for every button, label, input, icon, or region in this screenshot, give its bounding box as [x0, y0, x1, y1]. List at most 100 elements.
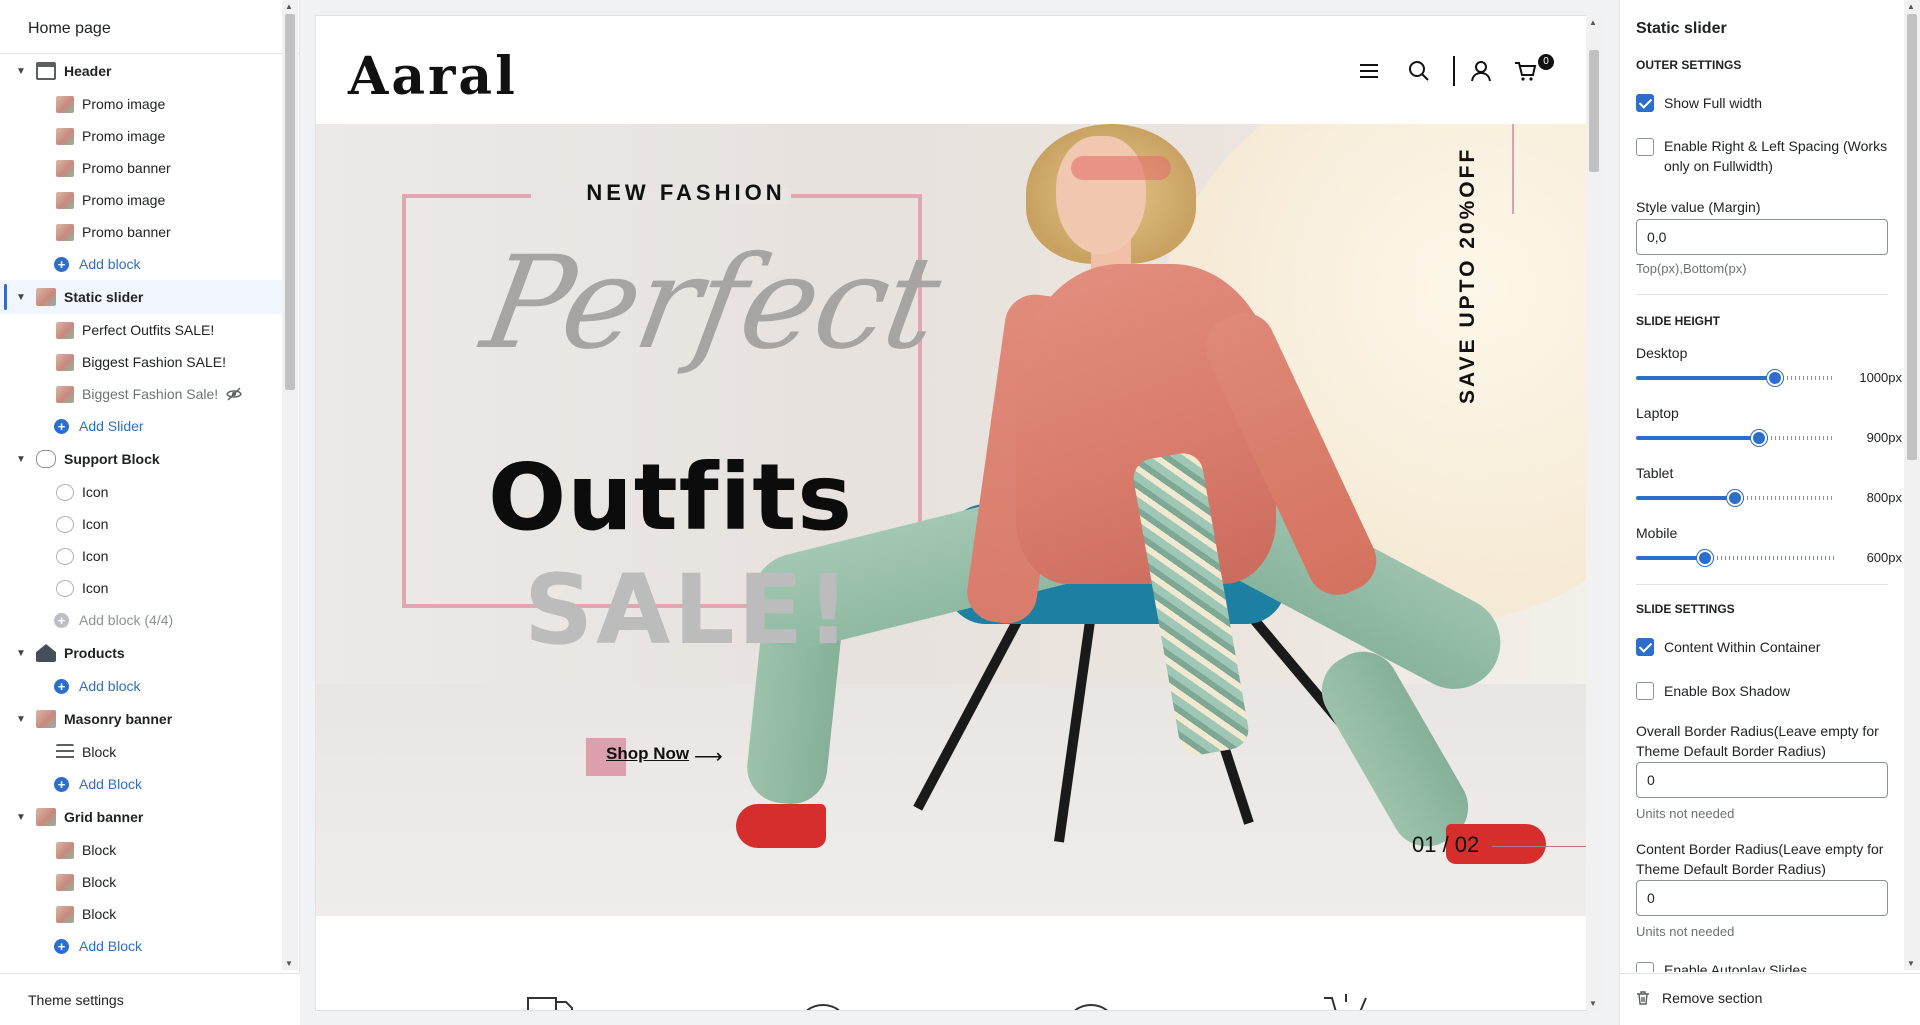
show-full-width-checkbox[interactable] — [1636, 94, 1654, 112]
enable-box-shadow-label: Enable Box Shadow — [1664, 683, 1791, 699]
section-header[interactable]: ▼ Header — [0, 54, 282, 88]
style-value-label: Style value (Margin) — [1636, 199, 1761, 215]
remove-section-button[interactable]: Remove section — [1636, 990, 1762, 1006]
block-item[interactable]: Icon — [0, 572, 282, 604]
block-item[interactable]: Promo image — [0, 88, 282, 120]
block-item[interactable]: Perfect Outfits SALE! — [0, 314, 282, 346]
block-item[interactable]: Block — [0, 898, 282, 930]
add-block-button[interactable]: + Add Slider — [0, 410, 282, 442]
block-item[interactable]: Promo image — [0, 120, 282, 152]
block-item[interactable]: Biggest Fashion SALE! — [0, 346, 282, 378]
sidebar-scrollbar[interactable]: ▲ ▼ — [282, 0, 298, 970]
block-thumbnail-icon — [56, 515, 74, 533]
scrollbar-thumb[interactable] — [285, 14, 295, 390]
block-item[interactable]: Promo image — [0, 184, 282, 216]
arrow-right-icon[interactable]: ⟶ — [694, 744, 723, 769]
block-item[interactable]: Biggest Fashion Sale! — [0, 378, 282, 410]
block-label: Promo banner — [82, 224, 171, 240]
slider-value: 1000px — [1859, 370, 1902, 385]
block-item[interactable]: Icon — [0, 540, 282, 572]
panel-footer: Remove section — [1620, 973, 1920, 1025]
scroll-up-icon[interactable]: ▲ — [285, 2, 293, 11]
scroll-up-icon[interactable]: ▲ — [1589, 18, 1597, 27]
chevron-down-icon[interactable]: ▼ — [16, 714, 28, 725]
slider-knob[interactable] — [1697, 550, 1713, 566]
search-icon[interactable] — [1406, 58, 1432, 84]
cart-icon[interactable] — [1512, 58, 1538, 84]
enable-spacing-checkbox[interactable] — [1636, 138, 1654, 156]
hero-script-heading: Perfect — [472, 229, 949, 378]
block-item[interactable]: Promo banner — [0, 216, 282, 248]
support-icon — [1064, 1004, 1118, 1010]
preview-scrollbar[interactable]: ▲ ▼ — [1586, 16, 1602, 1010]
chevron-down-icon[interactable]: ▼ — [16, 454, 28, 465]
scroll-down-icon[interactable]: ▼ — [285, 959, 293, 968]
slider-track[interactable] — [1735, 496, 1834, 500]
height-slider-desktop[interactable] — [1636, 370, 1834, 386]
scroll-down-icon[interactable]: ▼ — [1589, 999, 1597, 1008]
theme-settings-link[interactable]: Theme settings — [0, 973, 300, 1025]
outer-settings-heading: OUTER SETTINGS — [1636, 58, 1742, 72]
scrollbar-thumb[interactable] — [1907, 14, 1917, 460]
add-block-button[interactable]: + Add block — [0, 670, 282, 702]
height-slider-laptop[interactable] — [1636, 430, 1834, 446]
block-label: Biggest Fashion SALE! — [82, 354, 226, 370]
style-value-hint: Top(px),Bottom(px) — [1636, 261, 1747, 276]
header-divider — [1453, 56, 1455, 86]
chevron-down-icon[interactable]: ▼ — [16, 292, 28, 303]
section-static-slider[interactable]: ▼ Static slider — [0, 280, 282, 314]
section-grid-banner[interactable]: ▼ Grid banner — [0, 800, 282, 834]
content-radius-label: Content Border Radius(Leave empty for Th… — [1636, 841, 1884, 877]
slider-track[interactable] — [1759, 436, 1834, 440]
scrollbar-thumb[interactable] — [1589, 50, 1599, 172]
hero-slide[interactable]: NEW FASHION Perfect Outfits SALE! Shop N… — [316, 124, 1586, 916]
chevron-down-icon[interactable]: ▼ — [16, 648, 28, 659]
shop-now-button[interactable]: Shop Now — [606, 744, 689, 764]
content-within-container-checkbox[interactable] — [1636, 638, 1654, 656]
slider-track[interactable] — [1705, 556, 1834, 560]
section-tree: ▼ Header Promo image Promo image Promo banne… — [0, 54, 282, 974]
account-icon[interactable] — [1468, 58, 1494, 84]
section-support-block[interactable]: ▼ Support Block — [0, 442, 282, 476]
add-block-button[interactable]: + Add Block — [0, 930, 282, 962]
scroll-up-icon[interactable]: ▲ — [1907, 2, 1915, 11]
block-thumbnail-icon — [56, 873, 74, 891]
chevron-down-icon[interactable]: ▼ — [16, 66, 28, 77]
height-slider-tablet[interactable] — [1636, 490, 1834, 506]
block-item[interactable]: Block — [0, 866, 282, 898]
block-label: Promo banner — [82, 160, 171, 176]
store-logo[interactable]: Aaral — [348, 46, 518, 107]
block-item[interactable]: Icon — [0, 476, 282, 508]
content-radius-input[interactable] — [1636, 880, 1888, 916]
scroll-down-icon[interactable]: ▼ — [1907, 959, 1915, 968]
model-shoe — [736, 804, 826, 848]
section-products[interactable]: ▼ Products — [0, 636, 282, 670]
block-thumbnail-icon — [56, 127, 74, 145]
block-item[interactable]: Block — [0, 736, 282, 768]
settings-scrollbar[interactable]: ▲ ▼ — [1904, 0, 1920, 970]
slider-knob[interactable] — [1727, 490, 1743, 506]
block-thumbnail-icon — [56, 353, 74, 371]
slider-knob[interactable] — [1767, 370, 1783, 386]
section-masonry-banner[interactable]: ▼ Masonry banner — [0, 702, 282, 736]
height-slider-mobile[interactable] — [1636, 550, 1834, 566]
menu-icon[interactable] — [1356, 58, 1382, 84]
autoplay-checkbox[interactable] — [1636, 962, 1654, 972]
block-label: Promo image — [82, 192, 166, 208]
block-label: Block — [82, 874, 117, 890]
divider — [1636, 584, 1888, 585]
block-item[interactable]: Promo banner — [0, 152, 282, 184]
style-value-input[interactable] — [1636, 219, 1888, 255]
eye-off-icon[interactable] — [226, 386, 242, 402]
add-block-button[interactable]: + Add Block — [0, 768, 282, 800]
slider-track[interactable] — [1775, 376, 1834, 380]
block-item[interactable]: Icon — [0, 508, 282, 540]
chevron-down-icon[interactable]: ▼ — [16, 812, 28, 823]
slider-knob[interactable] — [1751, 430, 1767, 446]
add-block-button[interactable]: + Add block — [0, 248, 282, 280]
overall-radius-input[interactable] — [1636, 762, 1888, 798]
block-item[interactable]: Block — [0, 834, 282, 866]
enable-box-shadow-checkbox[interactable] — [1636, 682, 1654, 700]
block-label: Icon — [82, 484, 109, 500]
overall-radius-hint: Units not needed — [1636, 806, 1735, 821]
